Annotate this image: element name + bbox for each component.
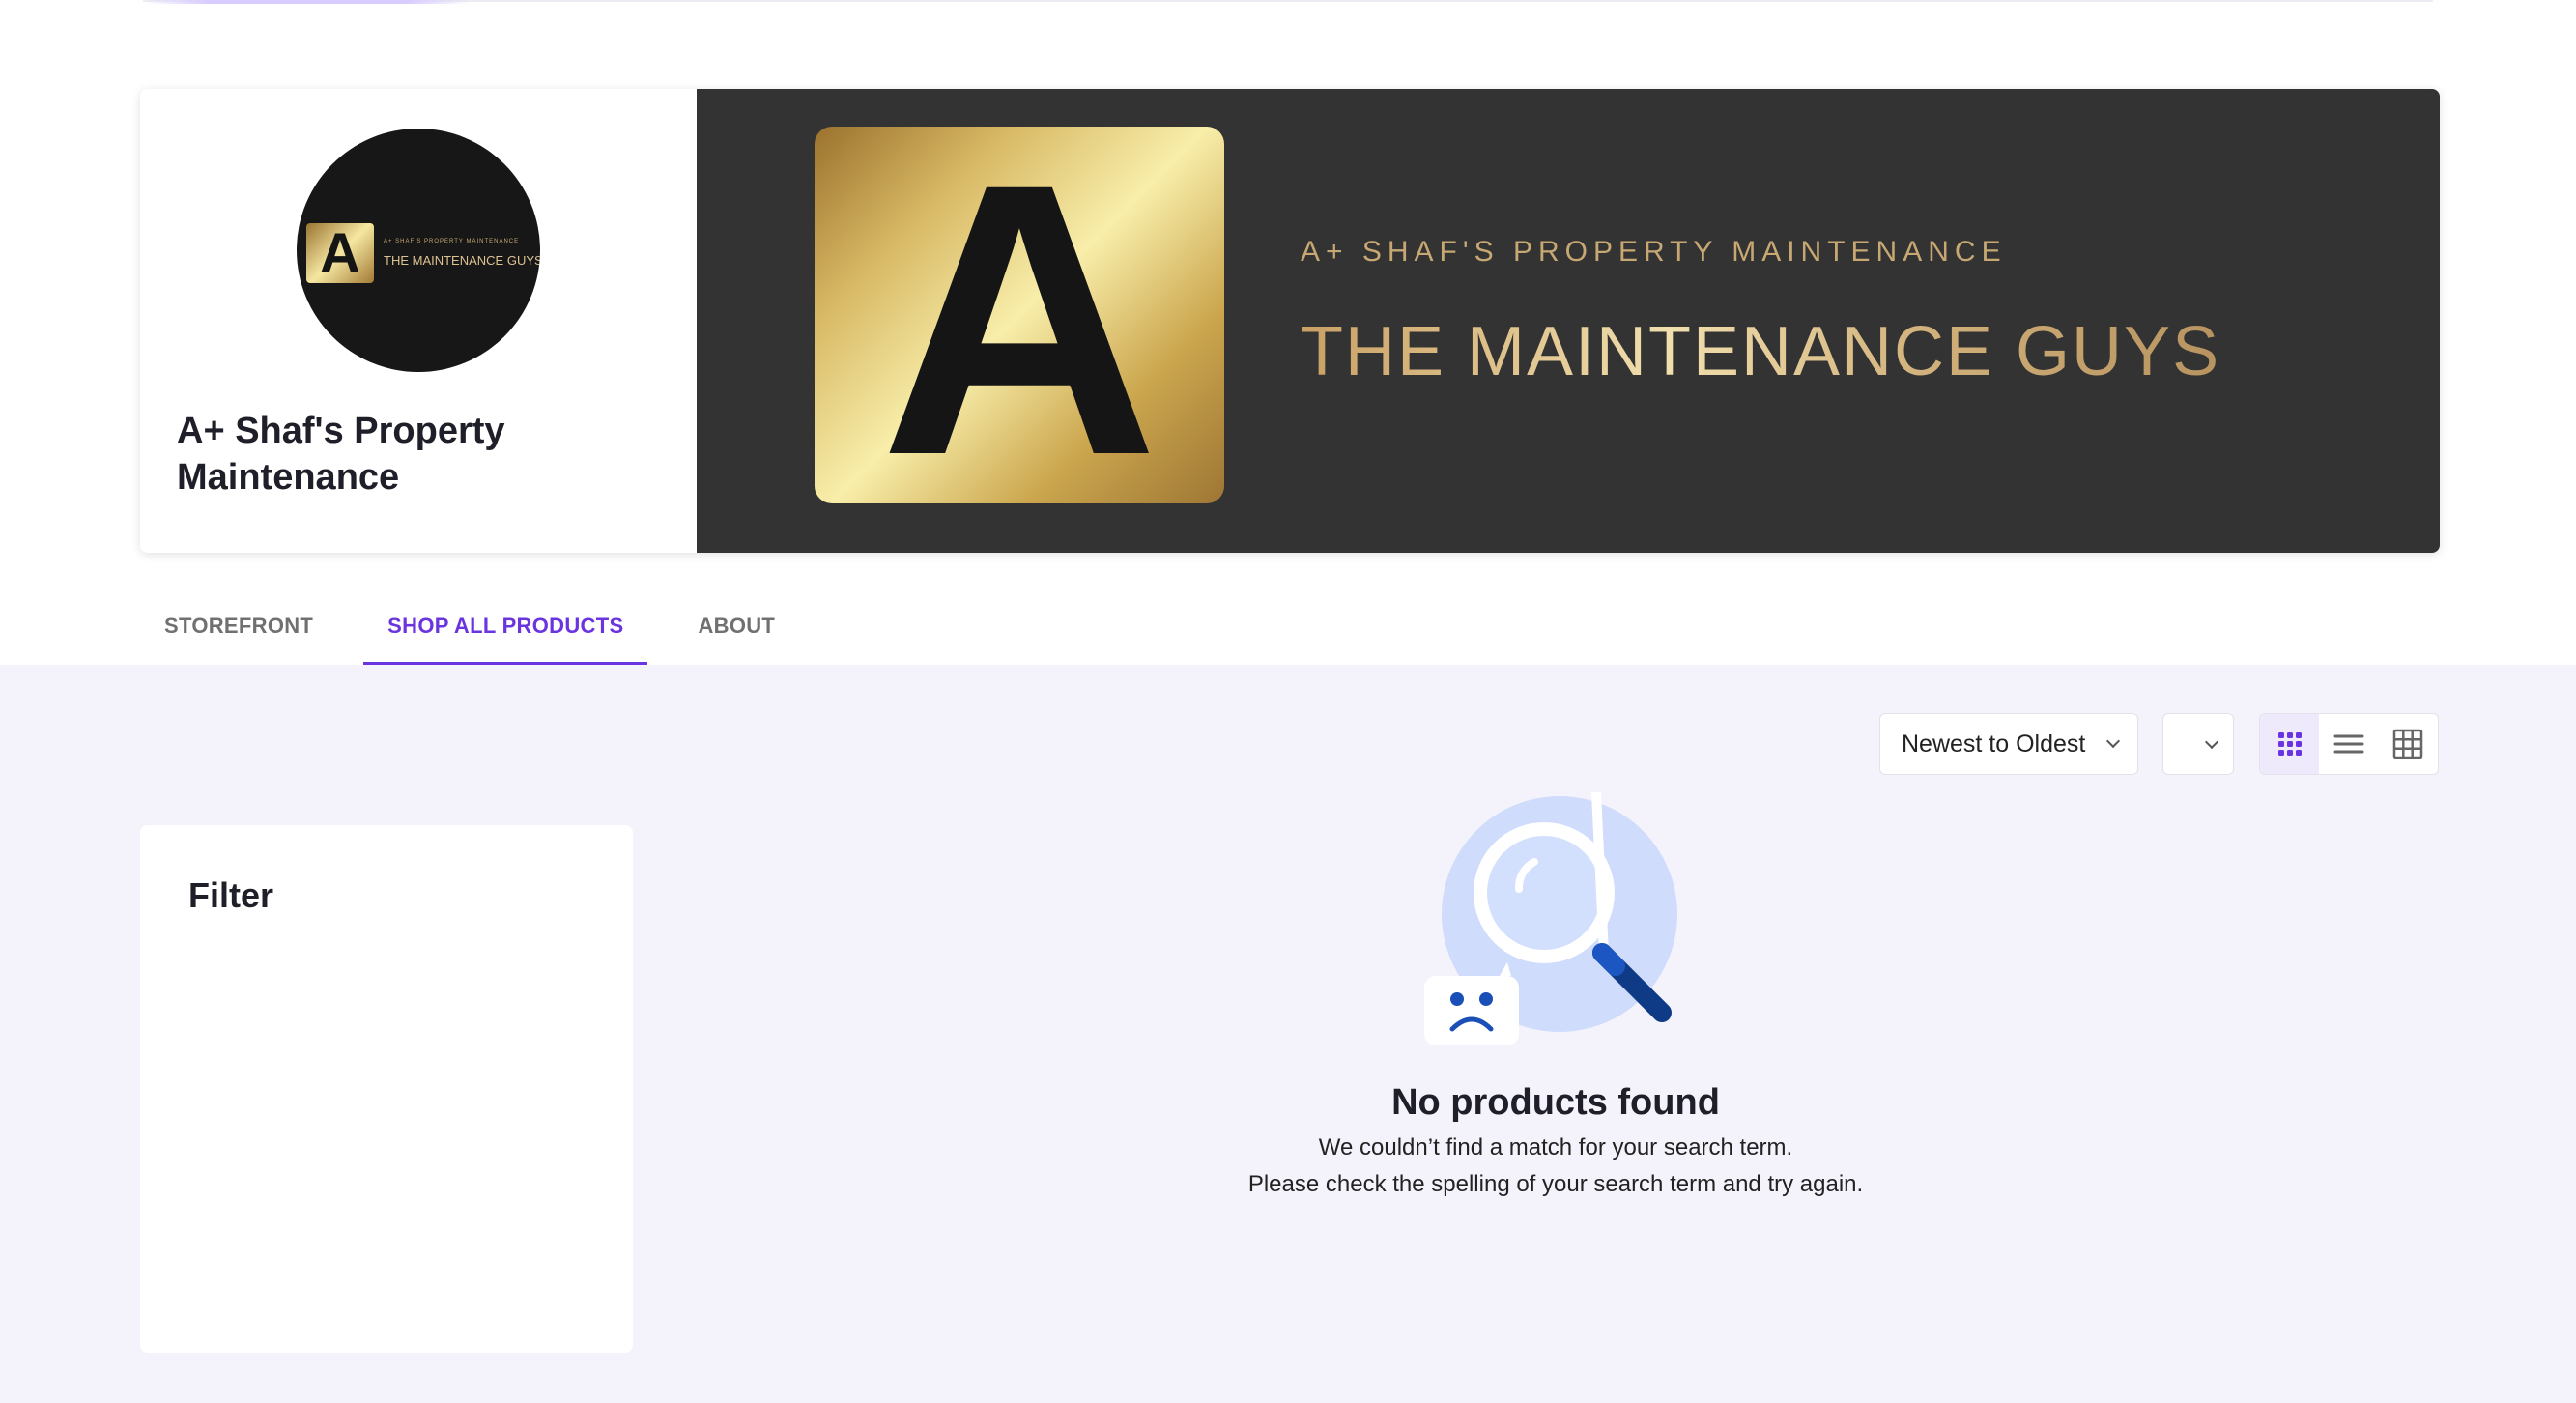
sort-select-value: Newest to Oldest	[1902, 730, 2086, 758]
tab-spacer	[647, 599, 673, 665]
top-divider	[143, 0, 2433, 2]
filter-panel: Filter	[140, 825, 633, 1353]
avatar-logo-tile: A	[306, 222, 374, 285]
tab-spacer	[337, 599, 363, 665]
banner-title: THE MAINTENANCE GUYS	[1301, 313, 2221, 390]
store-avatar: A A+ SHAF'S PROPERTY MAINTENANCE THE MAI…	[297, 129, 540, 372]
avatar-logo-subtitle: A+ SHAF'S PROPERTY MAINTENANCE	[384, 239, 520, 244]
store-name: A+ Shaf's Property Maintenance	[177, 411, 505, 498]
tab-shop-all-products[interactable]: SHOP ALL PRODUCTS	[363, 599, 648, 665]
banner-logo-letter: A	[879, 103, 1159, 535]
avatar-logo-letter: A	[320, 222, 360, 285]
sort-select[interactable]: Newest to Oldest	[1879, 713, 2138, 775]
top-accent-bar	[143, 0, 472, 4]
banner-logo-tile: A	[815, 103, 1224, 535]
empty-state-hint: Please check the spelling of your search…	[1247, 1171, 1864, 1197]
tab-storefront[interactable]: STOREFRONT	[140, 599, 337, 665]
filter-title: Filter	[188, 875, 274, 915]
view-toggle	[2259, 713, 2439, 775]
empty-state-title: No products found	[1391, 1082, 1720, 1123]
grid-view-button[interactable]	[2260, 714, 2320, 774]
table-view-button[interactable]	[2379, 714, 2438, 774]
chevron-down-icon	[2204, 734, 2219, 750]
list-icon	[2333, 734, 2364, 754]
magnifier-sad-face-icon	[1424, 792, 1677, 1045]
avatar-logo-title: THE MAINTENANCE GUYS	[384, 253, 540, 268]
tab-about[interactable]: ABOUT	[673, 599, 799, 665]
empty-state-message: We couldn’t find a match for your search…	[1318, 1134, 1793, 1160]
banner-subtitle: A+ SHAF'S PROPERTY MAINTENANCE	[1301, 236, 2007, 268]
table-grid-icon	[2393, 729, 2423, 759]
store-tabs: STOREFRONT SHOP ALL PRODUCTS ABOUT	[140, 599, 799, 665]
store-info-panel: A A+ SHAF'S PROPERTY MAINTENANCE THE MAI…	[140, 89, 697, 553]
store-header-card: A A+ SHAF'S PROPERTY MAINTENANCE THE MAI…	[140, 89, 2440, 553]
chevron-down-icon	[2105, 733, 2121, 749]
grid-dots-icon	[2277, 732, 2302, 756]
list-view-button[interactable]	[2319, 714, 2378, 774]
store-banner: A A+ SHAF'S PROPERTY MAINTENANCE THE MAI…	[697, 89, 2440, 553]
page-size-select[interactable]	[2162, 713, 2234, 775]
